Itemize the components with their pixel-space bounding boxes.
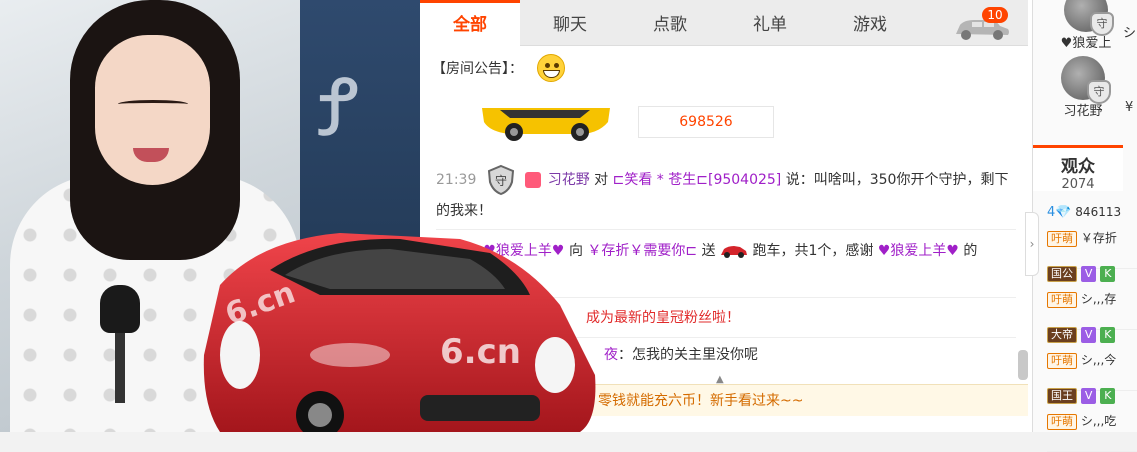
send-word: 送 xyxy=(701,243,716,259)
microphone xyxy=(100,285,146,403)
tab-all[interactable]: 全部 xyxy=(420,0,520,46)
guard-name: シ xyxy=(1123,26,1137,41)
user-name: シ,,,存 xyxy=(1080,292,1117,306)
audience-row[interactable]: 国公 V K 吁萌 シ,,,存 xyxy=(1047,266,1137,330)
level-badge: 吁萌 xyxy=(1047,230,1077,247)
sender-name[interactable]: 习花野 xyxy=(548,172,590,188)
user-name: シ,,,今 xyxy=(1080,353,1117,367)
title-badge: 大帝 xyxy=(1047,327,1077,343)
to-word: 对 xyxy=(594,172,609,188)
k-badge: K xyxy=(1100,388,1116,404)
sports-car-icon xyxy=(721,246,748,258)
avatar: 守 xyxy=(1061,56,1111,104)
room-notice-label: 【房间公告】： xyxy=(432,61,523,77)
guard-name: ♥狼爱上 xyxy=(1060,36,1112,51)
grin-emoji-icon xyxy=(537,54,565,82)
gift-desc: 跑车，共1个，感谢 xyxy=(752,243,874,259)
k-badge: K xyxy=(1100,266,1116,282)
said-word: 说： xyxy=(785,172,814,188)
scroll-up-arrow-icon[interactable]: ▲ xyxy=(716,374,730,385)
tab-game[interactable]: 游戏 xyxy=(820,0,920,46)
user-name: ￥存折 xyxy=(1080,231,1117,245)
guard-shield-icon: 守 xyxy=(1090,12,1114,36)
vip-badge: V xyxy=(1080,266,1097,282)
guard-user[interactable]: 守 习花野 xyxy=(1048,56,1118,119)
level-badge: 吁萌 xyxy=(1047,291,1077,308)
thanks-name[interactable]: ♥狼爱上羊♥ xyxy=(878,243,959,259)
title-badge: 国王 xyxy=(1047,388,1077,404)
car-count-badge: 10 xyxy=(982,7,1008,23)
guard-name: ¥ xyxy=(1125,100,1134,115)
gift-number-box: 698526 xyxy=(638,106,774,138)
target-name[interactable]: ￥存折￥需要你⊏ xyxy=(587,243,697,259)
k-badge: K xyxy=(1100,327,1116,343)
chat-scrollbar[interactable] xyxy=(1018,350,1028,380)
user-id: 846113 xyxy=(1075,205,1122,219)
diamond-icon: 4💎 xyxy=(1047,205,1072,220)
tail-word: 的 xyxy=(963,243,978,259)
level-badge: 吁萌 xyxy=(1047,352,1077,369)
audience-label: 观众 xyxy=(1061,157,1095,177)
vip-badge: V xyxy=(1080,388,1097,404)
title-badge: 国公 xyxy=(1047,266,1077,282)
guard-name: 习花野 xyxy=(1063,104,1103,119)
svg-text:守: 守 xyxy=(495,174,507,188)
sender-name[interactable]: 夜 xyxy=(604,347,618,363)
user-name: シ,,,吃 xyxy=(1080,414,1117,428)
guard-shield-icon: 守 xyxy=(1087,80,1111,104)
audience-row[interactable]: 4💎 846113 吁萌 ￥存折 xyxy=(1047,205,1137,269)
car-watermark: 6.cn xyxy=(440,332,521,372)
target-name[interactable]: ⊏笑看 * 苍生⊏[9504025] xyxy=(613,172,782,188)
audience-row[interactable]: 国王 V K 吁萌 シ,,,吃 xyxy=(1047,388,1137,452)
chat-message: 21:39 守 习花野 对 ⊏笑看 * 苍生⊏[9504025] 说：叫啥叫，3… xyxy=(436,164,1016,227)
guard-user[interactable]: 守 ♥狼爱上 xyxy=(1051,0,1121,51)
level-badge: 吁萌 xyxy=(1047,413,1077,430)
collapse-arrow-icon[interactable]: › xyxy=(1025,212,1039,276)
avatar: 守 xyxy=(1064,0,1114,36)
tab-gift-list[interactable]: 礼单 xyxy=(720,0,820,46)
yellow-car-gift-icon xyxy=(482,108,610,141)
audience-panel: 守 ♥狼爱上 シ 守 习花野 ¥ 观众 2074 › 4💎 846113 吁萌 … xyxy=(1025,0,1137,452)
guard-shield-icon: 守 xyxy=(487,164,514,196)
audience-count: 2074 xyxy=(1061,177,1095,192)
message-text: ：怎我的关主里没你呢 xyxy=(618,347,758,363)
tab-chat[interactable]: 聊天 xyxy=(520,0,620,46)
tab-audience[interactable]: 观众 2074 xyxy=(1033,145,1123,192)
streamer-eyes xyxy=(118,100,188,108)
audience-row[interactable]: 大帝 V K 吁萌 シ,,,今 xyxy=(1047,327,1137,391)
flower-badge-icon xyxy=(525,172,542,188)
vip-badge: V xyxy=(1080,327,1097,343)
tab-song[interactable]: 点歌 xyxy=(620,0,720,46)
sports-car-gift-animation: 6.cn 6.cn xyxy=(203,233,596,432)
chat-tabs: 全部 聊天 点歌 礼单 游戏 10 xyxy=(420,0,1028,46)
streamer-face xyxy=(95,35,210,185)
message-time: 21:39 xyxy=(436,172,477,188)
